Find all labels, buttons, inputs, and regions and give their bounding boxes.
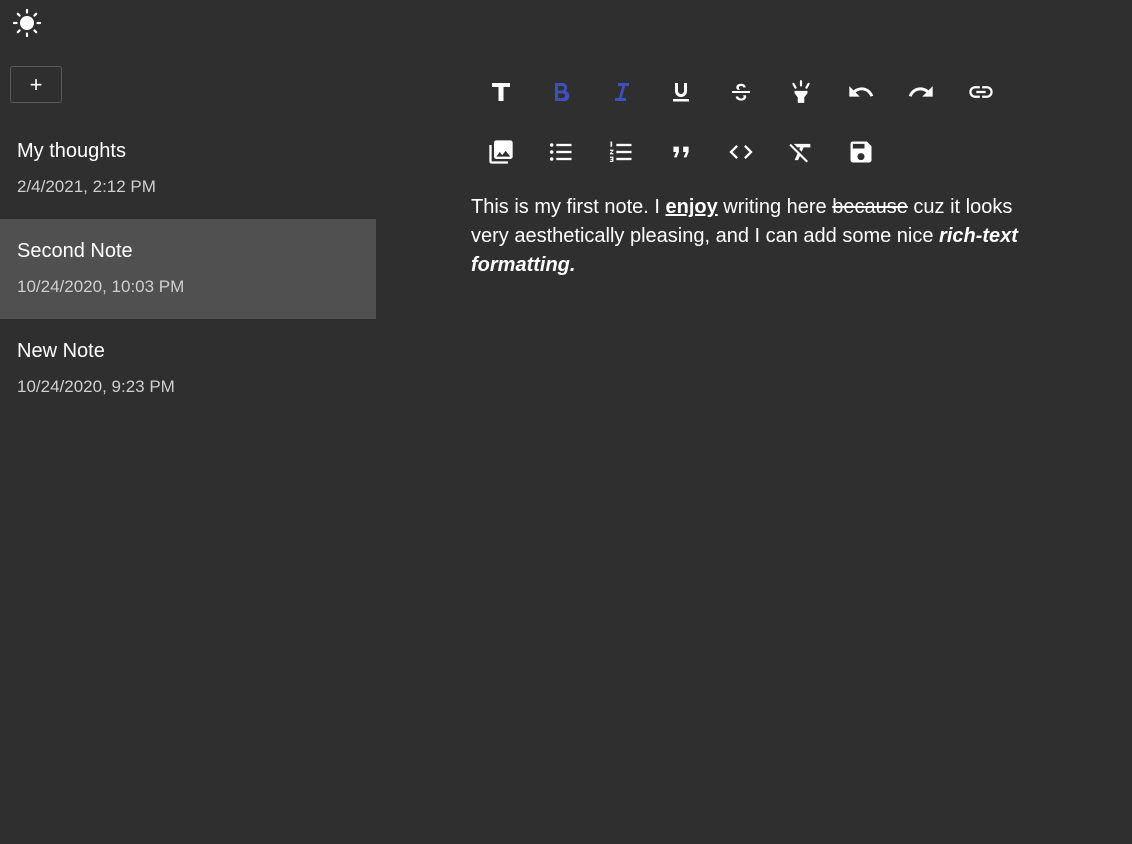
note-date: 10/24/2020, 9:23 PM bbox=[17, 377, 175, 396]
undo-icon bbox=[849, 86, 874, 97]
bold-button[interactable] bbox=[531, 72, 591, 112]
bulleted-list-icon bbox=[549, 143, 572, 161]
editor-text-bold-underline: enjoy bbox=[665, 196, 718, 218]
note-editor[interactable]: This is my first note. I enjoy writing h… bbox=[471, 193, 1041, 280]
sidebar: + My thoughts 2/4/2021, 2:12 PM Second N… bbox=[0, 0, 376, 844]
notes-app: + My thoughts 2/4/2021, 2:12 PM Second N… bbox=[0, 0, 1132, 844]
note-list: My thoughts 2/4/2021, 2:12 PM Second Not… bbox=[0, 119, 376, 419]
clear-format-icon bbox=[789, 143, 811, 163]
highlight-button[interactable] bbox=[771, 72, 831, 112]
note-title: New Note bbox=[17, 340, 105, 362]
clear-format-button[interactable] bbox=[771, 132, 831, 172]
text-style-icon bbox=[492, 83, 510, 101]
redo-icon bbox=[908, 86, 933, 97]
toolbar-row bbox=[471, 132, 1011, 172]
italic-icon bbox=[615, 83, 629, 101]
highlight-icon bbox=[792, 80, 810, 103]
numbered-list-icon bbox=[609, 141, 632, 162]
note-list-item[interactable]: New Note 10/24/2020, 9:23 PM bbox=[0, 319, 376, 419]
link-button[interactable] bbox=[951, 72, 1011, 112]
formatting-toolbar bbox=[471, 72, 1011, 192]
save-icon bbox=[850, 141, 872, 163]
note-list-item-selected[interactable]: Second Note 10/24/2020, 10:03 PM bbox=[0, 219, 376, 319]
toolbar-row bbox=[471, 72, 1011, 112]
note-title: Second Note bbox=[17, 240, 133, 262]
bold-icon bbox=[555, 82, 570, 102]
note-date: 10/24/2020, 10:03 PM bbox=[17, 277, 185, 296]
undo-button[interactable] bbox=[831, 72, 891, 112]
underline-button[interactable] bbox=[651, 72, 711, 112]
add-note-button[interactable]: + bbox=[10, 66, 62, 103]
bulleted-list-button[interactable] bbox=[531, 132, 591, 172]
strikethrough-button[interactable] bbox=[711, 72, 771, 112]
quote-icon bbox=[673, 146, 689, 158]
editor-text-strikethrough: because bbox=[832, 196, 908, 218]
editor-text: This is my first note. I bbox=[471, 196, 666, 218]
numbered-list-button[interactable] bbox=[591, 132, 651, 172]
blockquote-button[interactable] bbox=[651, 132, 711, 172]
code-icon bbox=[729, 145, 753, 159]
save-button[interactable] bbox=[831, 132, 891, 172]
code-button[interactable] bbox=[711, 132, 771, 172]
text-style-button[interactable] bbox=[471, 72, 531, 112]
link-icon bbox=[969, 86, 993, 98]
strikethrough-icon bbox=[732, 83, 750, 101]
italic-button[interactable] bbox=[591, 72, 651, 112]
note-list-item[interactable]: My thoughts 2/4/2021, 2:12 PM bbox=[0, 119, 376, 219]
note-date: 2/4/2021, 2:12 PM bbox=[17, 177, 156, 196]
editor-text: writing here bbox=[717, 196, 833, 218]
image-icon bbox=[489, 140, 513, 164]
insert-image-button[interactable] bbox=[471, 132, 531, 172]
redo-button[interactable] bbox=[891, 72, 951, 112]
underline-icon bbox=[673, 83, 689, 102]
note-title: My thoughts bbox=[17, 140, 126, 162]
